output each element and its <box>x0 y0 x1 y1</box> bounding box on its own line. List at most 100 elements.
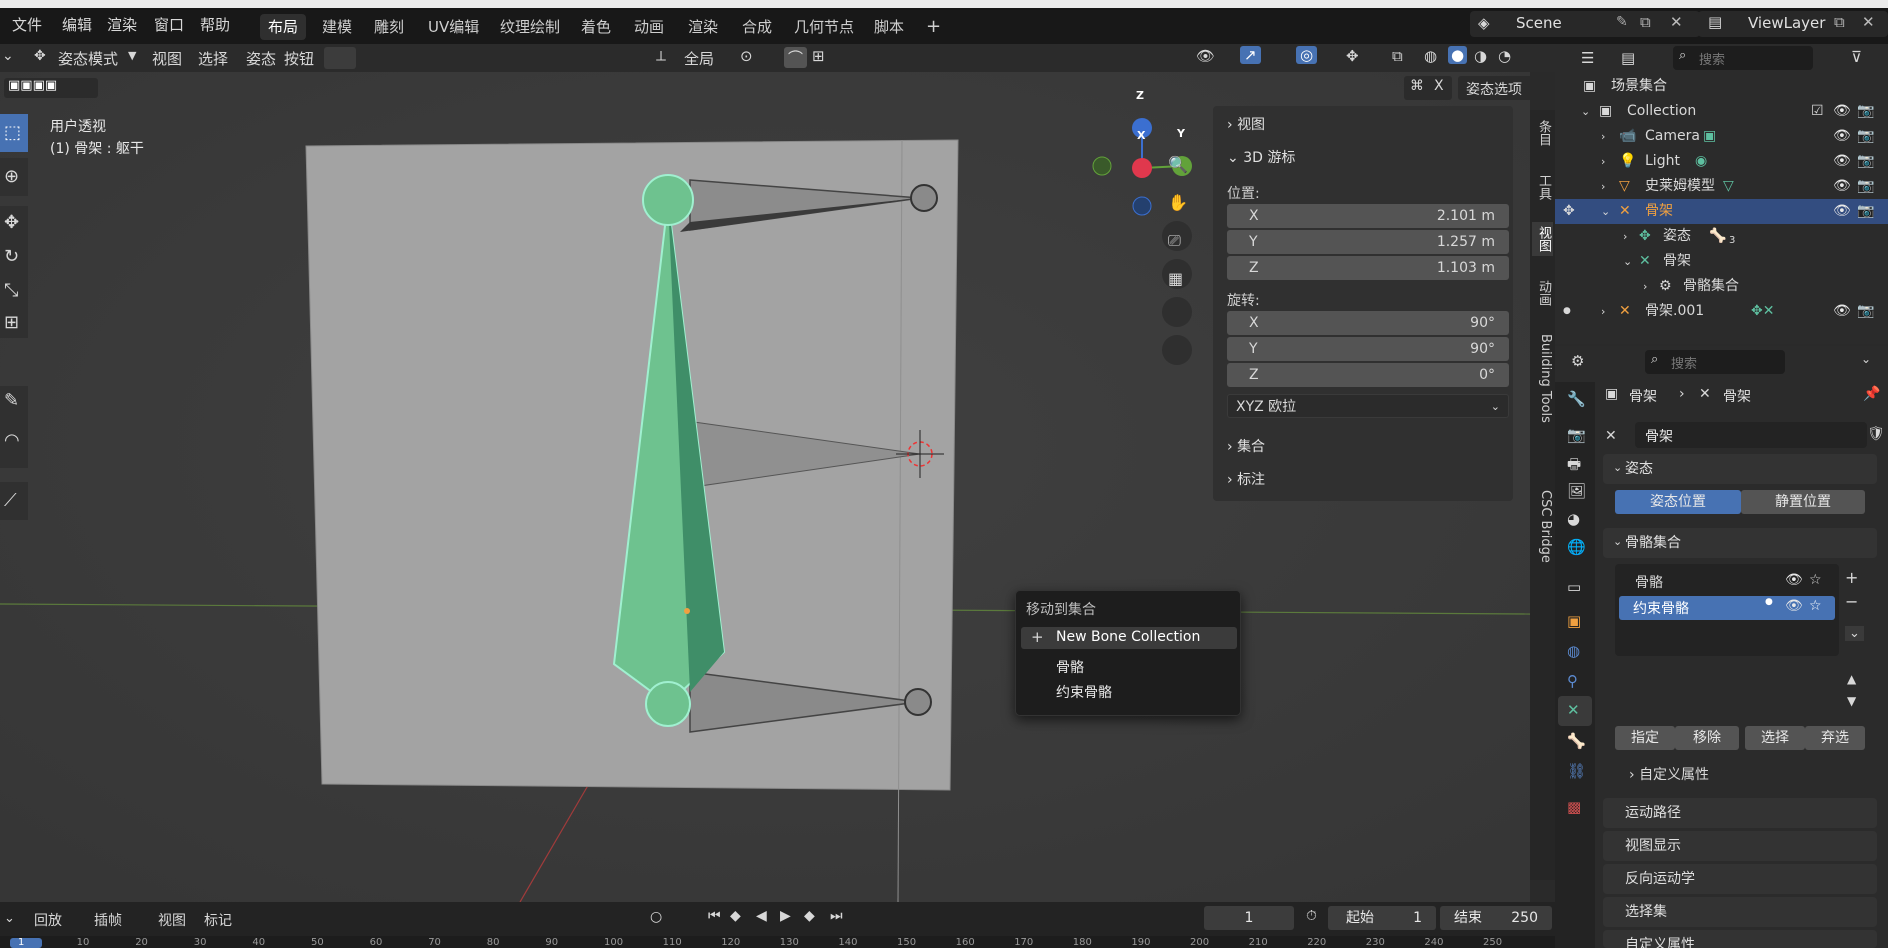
pin-icon[interactable]: 📌 <box>1863 386 1880 402</box>
mirror-icon[interactable]: ⌘ <box>1410 78 1424 94</box>
tab-layout[interactable]: 布局 <box>260 14 307 40</box>
object-tab-icon[interactable]: ▣ <box>1567 612 1581 630</box>
bone-collection-item-constraint[interactable]: 约束骨骼 ● 👁 ☆ <box>1619 596 1835 620</box>
menu-window[interactable]: 窗口 <box>154 14 184 35</box>
remove-collection-button[interactable]: − <box>1845 592 1858 611</box>
mode-selector[interactable]: 姿态模式 <box>58 48 118 69</box>
rotation-mode-select[interactable]: XYZ 欧拉 ⌄ <box>1227 394 1509 418</box>
tool-measure[interactable]: ⟋ <box>0 482 28 520</box>
bone-collection-item-bones[interactable]: 骨骼 👁 ☆ <box>1619 570 1835 594</box>
menu-edit[interactable]: 编辑 <box>62 14 92 35</box>
tab-rendering[interactable]: 渲染 <box>680 14 726 40</box>
custom-props-section[interactable]: 自定义属性 <box>1603 930 1877 948</box>
eye-icon[interactable]: 👁 <box>1833 149 1851 174</box>
display-mode-icon[interactable]: ▤ <box>1621 49 1635 67</box>
tab-sculpting[interactable]: 雕刻 <box>366 14 412 40</box>
eye-icon[interactable]: 👁 <box>1785 598 1803 614</box>
gizmo-x-label[interactable]: X <box>1137 129 1145 142</box>
outliner-row-slime-model[interactable]: › ▽ 史莱姆模型 ▽ 👁 📷 <box>1555 174 1888 199</box>
cursor-rotation-z[interactable]: Z 0° <box>1227 363 1509 387</box>
menu-help[interactable]: 帮助 <box>200 14 230 35</box>
jump-start-icon[interactable]: ⏮ <box>708 908 721 924</box>
ortho-grid-icon[interactable]: ▦ <box>1168 269 1183 288</box>
outliner-row-light[interactable]: › 💡 Light ◉ 👁 📷 <box>1555 149 1888 174</box>
sidebar-tab-item[interactable]: 条目 <box>1532 116 1553 150</box>
bone-collections-section-header[interactable]: 骨骼集合 <box>1603 528 1877 558</box>
play-icon[interactable]: ▶ <box>780 908 791 924</box>
outliner-row-armature[interactable]: ✥ ⌄ ✕ 骨架 👁 📷 <box>1555 199 1888 224</box>
selection-sets-section[interactable]: 选择集 <box>1603 897 1877 927</box>
render-camera-icon[interactable]: 📷 <box>1857 124 1874 149</box>
cursor-rotation-x[interactable]: X 90° <box>1227 311 1509 335</box>
jump-end-icon[interactable]: ⏭ <box>830 908 843 924</box>
menu-view[interactable]: 视图 <box>158 910 186 930</box>
shield-icon[interactable]: 🛡 <box>1867 426 1885 442</box>
material-shading-icon[interactable]: ◑ <box>1474 47 1487 65</box>
wireframe-shading-icon[interactable]: ◍ <box>1424 47 1437 65</box>
properties-search-input[interactable]: ⌕ 搜索 <box>1645 350 1785 374</box>
xray-bones-icon[interactable]: ✥ <box>1346 47 1359 65</box>
gizmo-y-label[interactable]: Y <box>1177 127 1185 140</box>
cursor-rotation-y[interactable]: Y 90° <box>1227 337 1509 361</box>
menu-item-constraint-bones[interactable]: 约束骨骼 <box>1056 682 1112 702</box>
texture-tab-icon[interactable]: ▩ <box>1567 798 1581 816</box>
menu-keying[interactable]: 插帧 <box>94 910 122 930</box>
render-camera-icon[interactable]: 📷 <box>1857 199 1874 224</box>
prev-keyframe-icon[interactable]: ◆ <box>730 908 741 924</box>
start-frame-field[interactable]: 起始 1 <box>1328 906 1436 930</box>
chevron-down-icon[interactable]: ⌄ <box>1861 352 1871 366</box>
bone-constraint-tab-icon[interactable]: ⛓ <box>1567 762 1586 780</box>
snap-target-icon[interactable]: ⊞ <box>812 47 825 65</box>
outliner-row-collection[interactable]: ⌄ ▣ Collection ☑ 👁 📷 <box>1555 99 1888 124</box>
render-tab-icon[interactable]: 📷 <box>1567 426 1586 444</box>
properties-editor-icon[interactable]: ⚙ <box>1571 352 1584 370</box>
filter-icon[interactable]: ⊽ <box>1851 48 1862 66</box>
delete-viewlayer-icon[interactable]: ✕ <box>1862 13 1875 31</box>
keying-dropdown[interactable] <box>324 47 356 69</box>
physics-tab-icon[interactable]: ◍ <box>1567 642 1580 660</box>
outliner-row-camera[interactable]: › 📹 Camera ▣ 👁 📷 <box>1555 124 1888 149</box>
tool-annotate-group[interactable]: ✎ ◠ <box>0 386 28 468</box>
view-layer-tab-icon[interactable]: 🖼 <box>1567 482 1586 500</box>
transform-orientation[interactable]: 全局 <box>684 48 714 69</box>
outliner-row-pose[interactable]: › ✥ 姿态 🦴 3 <box>1555 224 1888 249</box>
star-icon[interactable]: ☆ <box>1809 572 1822 588</box>
outliner-search-input[interactable]: ⌕ 搜索 <box>1673 46 1813 70</box>
move-up-icon[interactable]: ▲ <box>1847 672 1856 686</box>
render-camera-icon[interactable]: 📷 <box>1857 149 1874 174</box>
tab-animation[interactable]: 动画 <box>626 14 672 40</box>
delete-scene-icon[interactable]: ✕ <box>1670 13 1683 31</box>
tab-geometry-nodes[interactable]: 几何节点 <box>786 14 862 40</box>
view-section-header[interactable]: › 视图 <box>1227 114 1265 134</box>
menu-playback[interactable]: 回放 <box>34 910 62 930</box>
visibility-icon[interactable]: 👁 <box>1196 47 1215 65</box>
outliner-row-armature-001[interactable]: ● › ✕ 骨架.001 ✥✕ 👁 📷 <box>1555 299 1888 324</box>
viewport-display-section[interactable]: 视图显示 <box>1603 831 1877 861</box>
stopwatch-icon[interactable]: ⏱ <box>1306 908 1317 924</box>
playhead[interactable] <box>10 938 42 948</box>
play-reverse-icon[interactable]: ◀ <box>756 908 767 924</box>
collection-section-header[interactable]: › 集合 <box>1227 436 1265 456</box>
outliner-row-armature-data[interactable]: ⌄ ✕ 骨架 <box>1555 249 1888 274</box>
add-collection-button[interactable]: + <box>1845 568 1858 587</box>
editor-type-icon[interactable]: ⌄ <box>4 911 15 926</box>
menu-pose[interactable]: 姿态 <box>246 48 276 69</box>
add-workspace-button[interactable]: + <box>918 14 949 40</box>
armature-data-tab[interactable]: ✕ <box>1558 696 1592 726</box>
sidebar-tab-csc-bridge[interactable]: CSC Bridge <box>1532 486 1553 567</box>
deselect-button[interactable]: 弃选 <box>1805 726 1865 750</box>
overlay-toggle-icon[interactable]: ◎ <box>1296 46 1318 64</box>
sidebar-tab-building-tools[interactable]: Building Tools <box>1532 330 1553 427</box>
menu-item-bones[interactable]: 骨骼 <box>1056 657 1084 677</box>
x-mirror-label[interactable]: X <box>1434 78 1444 94</box>
snap-icon[interactable]: ⌒ <box>784 47 808 68</box>
eye-icon[interactable]: 👁 <box>1833 299 1851 324</box>
constraints-tab-icon[interactable]: ⚲ <box>1567 672 1578 690</box>
pan-hand-icon[interactable]: ✋ <box>1168 193 1188 212</box>
remove-button[interactable]: 移除 <box>1675 726 1739 750</box>
menu-marker[interactable]: 标记 <box>204 910 232 930</box>
outliner-row-bone-collections[interactable]: › ⚙ 骨骼集合 <box>1555 274 1888 299</box>
sidebar-tab-animation[interactable]: 动画 <box>1532 276 1553 310</box>
sidebar-tab-tool[interactable]: 工具 <box>1532 170 1553 204</box>
move-down-icon[interactable]: ▼ <box>1847 694 1856 708</box>
